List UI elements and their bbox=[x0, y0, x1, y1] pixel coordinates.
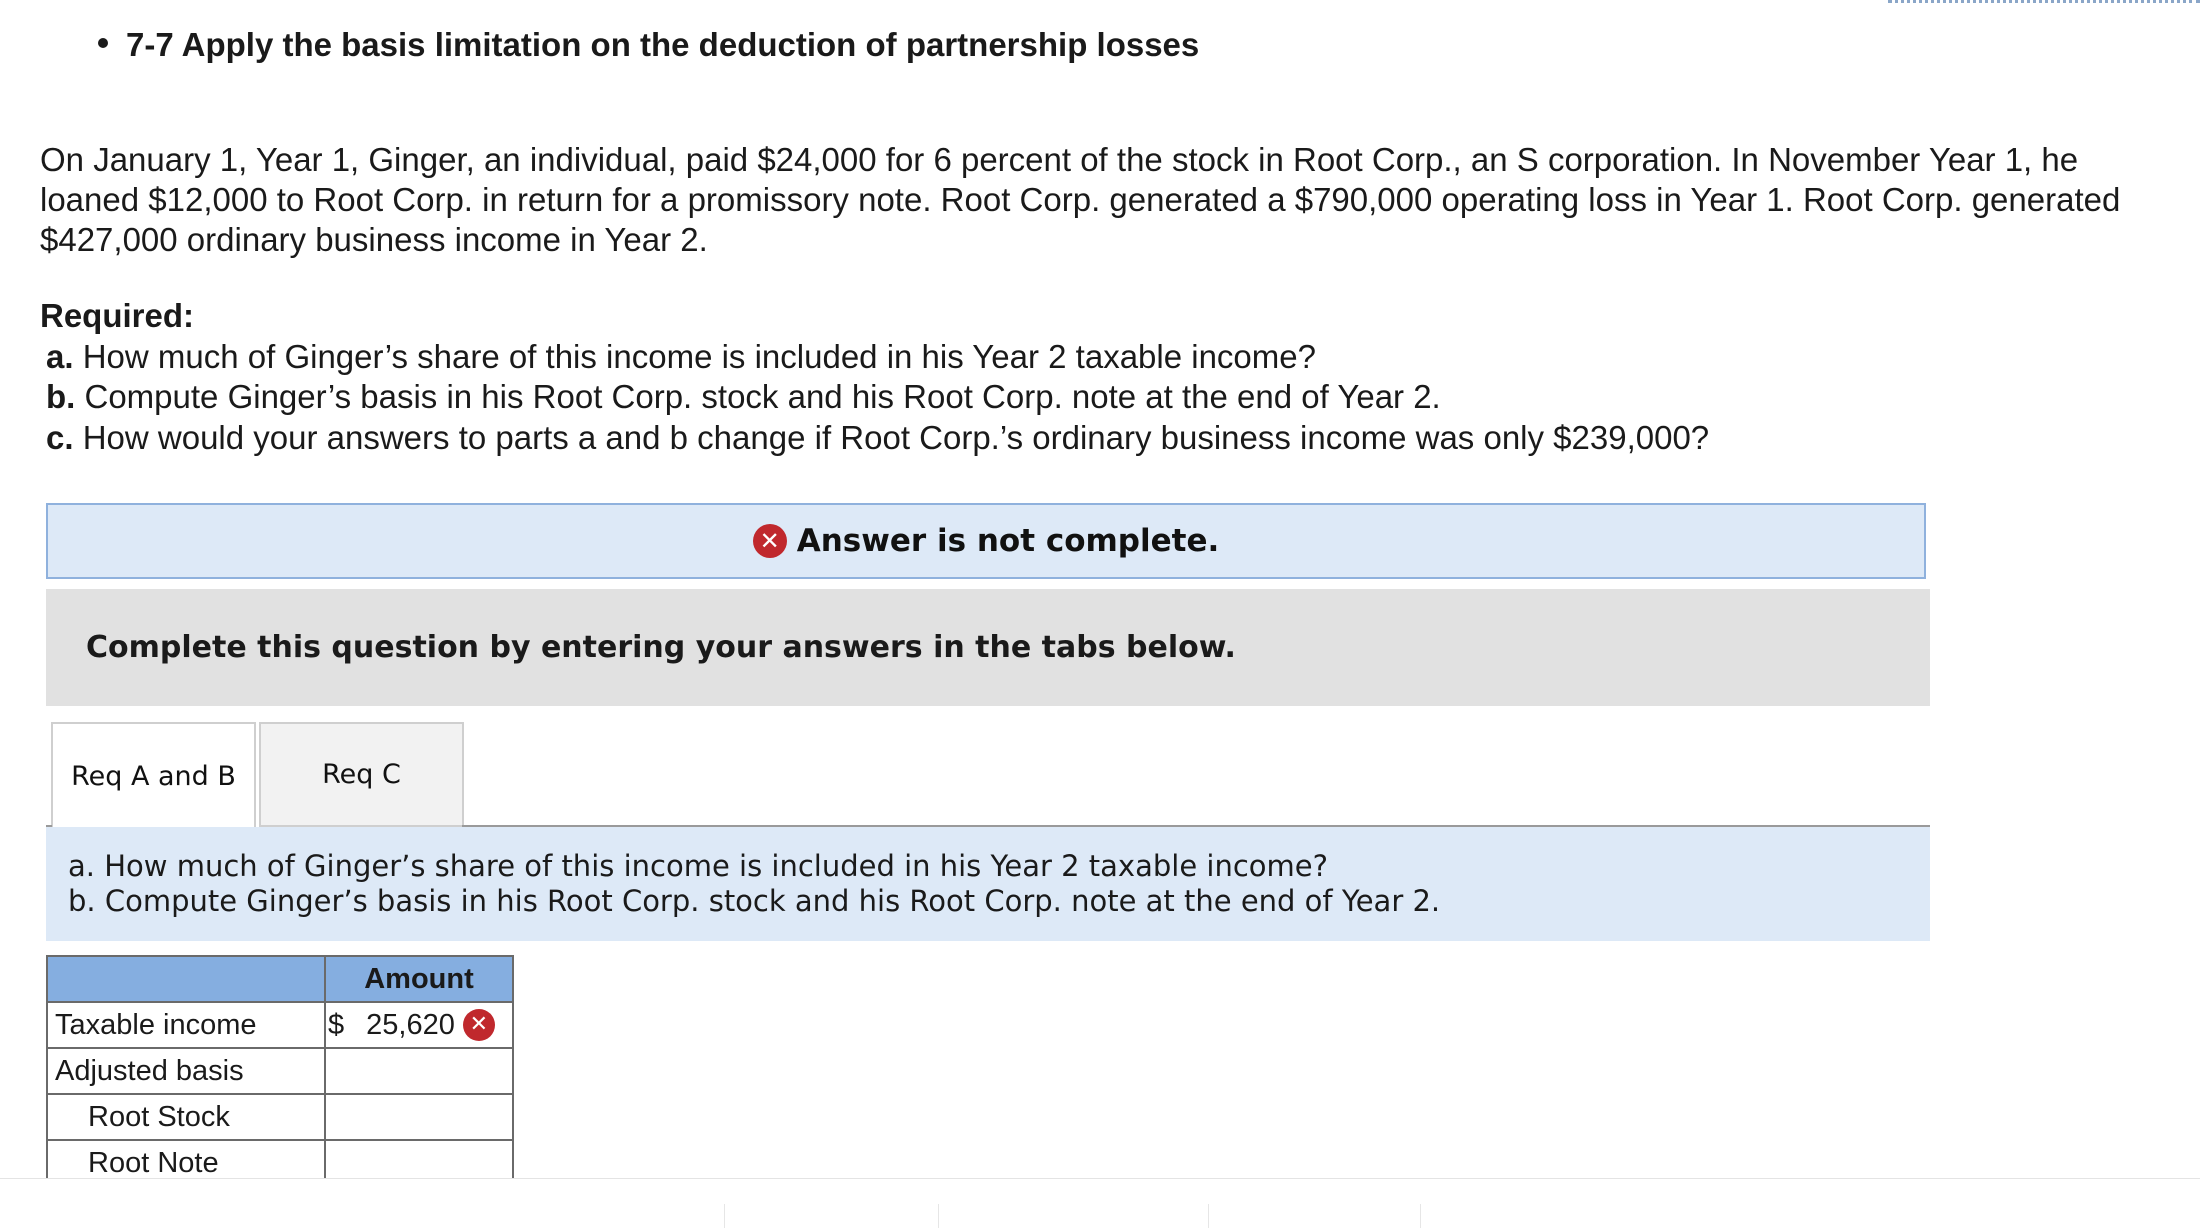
toolbar-divider bbox=[1208, 1204, 1209, 1228]
toolbar-divider bbox=[724, 1204, 725, 1228]
dotted-border-decoration bbox=[1888, 0, 2200, 11]
instruction-banner: Complete this question by entering your … bbox=[46, 589, 1930, 706]
toolbar-divider bbox=[1420, 1204, 1421, 1228]
problem-title: 7-7 Apply the basis limitation on the de… bbox=[126, 26, 1200, 63]
amount-input-adjusted-basis bbox=[324, 1047, 514, 1095]
row-label-adjusted-basis: Adjusted basis bbox=[46, 1047, 326, 1095]
problem-heading: 7-7 Apply the basis limitation on the de… bbox=[98, 26, 1199, 64]
required-item-c: c. How would your answers to parts a and… bbox=[46, 418, 1710, 456]
tab-req-c[interactable]: Req C bbox=[259, 722, 464, 827]
row-label-taxable-income: Taxable income bbox=[46, 1001, 326, 1049]
required-item-a: a. How much of Ginger’s share of this in… bbox=[46, 337, 1316, 375]
instruction-text: Complete this question by entering your … bbox=[86, 630, 1236, 665]
required-section: Required: a. How much of Ginger’s share … bbox=[40, 296, 2160, 458]
bottom-toolbar-area bbox=[0, 1178, 2200, 1229]
table-row: Adjusted basis bbox=[46, 1047, 514, 1095]
requirement-line-a: a. How much of Ginger’s share of this in… bbox=[68, 849, 1328, 883]
table-header-amount: Amount bbox=[324, 955, 514, 1003]
answer-status-banner: ✕ Answer is not complete. bbox=[46, 503, 1926, 579]
row-label-root-stock: Root Stock bbox=[46, 1093, 326, 1141]
amount-input-root-stock[interactable] bbox=[324, 1093, 514, 1141]
incorrect-x-icon: ✕ bbox=[462, 1009, 495, 1041]
table-row: Taxable income $ 25,620 ✕ bbox=[46, 1001, 514, 1049]
table-header-row: Amount bbox=[46, 955, 514, 1003]
bullet-icon bbox=[98, 38, 108, 49]
requirement-line-b: b. Compute Ginger’s basis in his Root Co… bbox=[68, 884, 1441, 918]
answer-table: Amount Taxable income $ 25,620 ✕ Adjuste… bbox=[46, 955, 514, 1187]
required-title: Required: bbox=[40, 297, 195, 334]
x-circle-icon: ✕ bbox=[752, 524, 787, 558]
problem-statement: On January 1, Year 1, Ginger, an individ… bbox=[40, 141, 2121, 258]
required-item-b: b. Compute Ginger’s basis in his Root Co… bbox=[46, 378, 1441, 415]
currency-symbol: $ bbox=[328, 1008, 345, 1041]
tab-req-a-and-b[interactable]: Req A and B bbox=[51, 722, 256, 829]
requirement-prompt: a. How much of Ginger’s share of this in… bbox=[46, 827, 1930, 941]
table-row: Root Stock bbox=[46, 1093, 514, 1141]
answer-status-text: Answer is not complete. bbox=[796, 523, 1220, 559]
table-header-blank bbox=[46, 955, 326, 1003]
amount-input-taxable-income[interactable]: $ 25,620 ✕ bbox=[324, 1001, 514, 1049]
amount-value: 25,620 bbox=[366, 1008, 455, 1041]
toolbar-divider bbox=[938, 1204, 939, 1228]
